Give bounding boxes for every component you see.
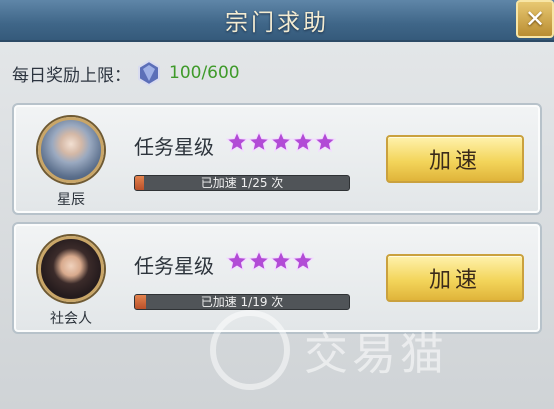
task-card: 星辰 任务星级 已加速 1/25 次 加速 <box>12 103 542 215</box>
reward-value: 100/600 <box>169 63 240 83</box>
progress-text: 已加速 1/25 次 <box>200 176 284 190</box>
task-star-label: 任务星级 <box>134 254 214 278</box>
star-icon <box>248 131 270 153</box>
watermark-text: 交易猫 <box>304 329 448 380</box>
star-icon <box>248 250 270 272</box>
star-icon <box>270 250 292 272</box>
star-icon <box>292 250 314 272</box>
star-icon <box>270 131 292 153</box>
watermark: 交易猫 <box>210 310 448 390</box>
character-name: 星辰 <box>57 192 85 208</box>
speedup-progress-bar: 已加速 1/19 次 <box>134 294 350 310</box>
close-icon: ✕ <box>524 5 546 33</box>
star-rating <box>226 131 336 153</box>
avatar <box>38 117 104 183</box>
progress-text: 已加速 1/19 次 <box>200 295 284 309</box>
daily-reward-row: 每日奖励上限： 100/600 <box>12 58 240 88</box>
character-name: 社会人 <box>50 311 92 327</box>
crystal-icon <box>138 60 160 86</box>
title-bar: 宗门求助 ✕ <box>0 0 554 42</box>
close-button[interactable]: ✕ <box>516 0 554 38</box>
speed-up-button[interactable]: 加速 <box>386 254 524 302</box>
avatar <box>38 236 104 302</box>
star-icon <box>226 131 248 153</box>
speedup-progress-bar: 已加速 1/25 次 <box>134 175 350 191</box>
star-icon <box>226 250 248 272</box>
watermark-logo-icon <box>210 310 290 390</box>
speed-up-button[interactable]: 加速 <box>386 135 524 183</box>
star-rating <box>226 250 314 272</box>
star-icon <box>314 131 336 153</box>
reward-label: 每日奖励上限： <box>12 65 131 86</box>
star-icon <box>292 131 314 153</box>
dialog-title: 宗门求助 <box>225 10 329 36</box>
task-star-label: 任务星级 <box>134 135 214 159</box>
